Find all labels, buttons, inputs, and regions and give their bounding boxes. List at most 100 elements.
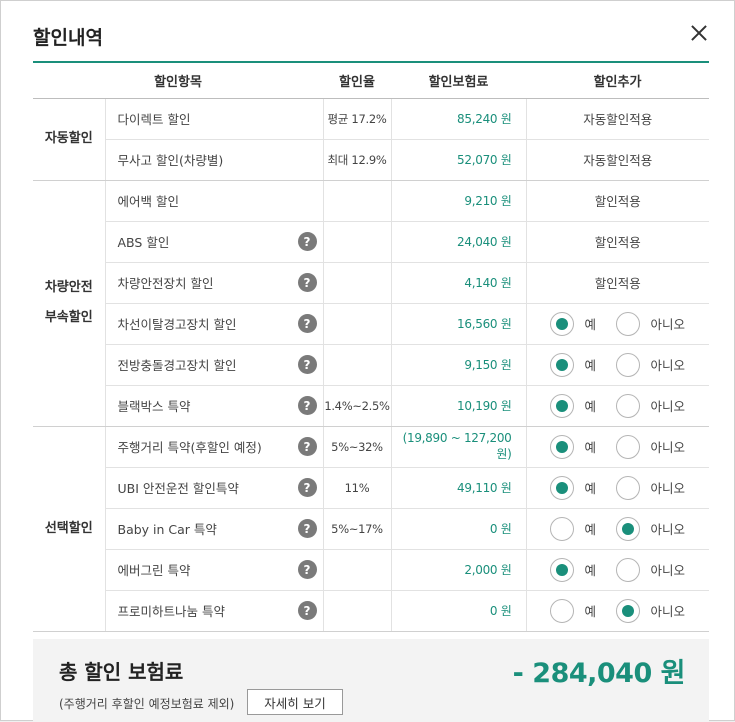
radio-circle[interactable] [550, 352, 575, 377]
radio-no[interactable]: 아니오 [616, 475, 685, 500]
radio-circle[interactable] [550, 557, 575, 582]
apply-radio-cell: 예 아니오 [525, 549, 710, 591]
radio-no[interactable]: 아니오 [616, 598, 685, 623]
total-note: (주행거리 후할인 예정보험료 제외) [59, 697, 235, 711]
radio-circle[interactable] [550, 516, 575, 541]
discount-amount: 85,240 원 [390, 98, 526, 140]
discount-name-cell: 다이렉트 할인 [104, 98, 323, 140]
radio-yes[interactable]: 예 [550, 393, 606, 418]
discount-name: UBI 안전운전 할인특약 [117, 481, 239, 496]
discount-name-cell: 프로미하트나눔 특약? [104, 590, 323, 632]
apply-status: 할인적용 [525, 221, 709, 263]
modal-header: 할인내역 [33, 1, 709, 63]
close-icon[interactable] [687, 21, 711, 45]
table-row: 선택할인 주행거리 특약(후할인 예정)? 5%~32% (19,890 ~ 127,… [33, 426, 709, 632]
radio-label: 예 [584, 481, 596, 496]
radio-no[interactable]: 아니오 [616, 352, 685, 377]
radio-circle[interactable] [550, 475, 575, 500]
table-row: 차량안전 부속할인 에어백 할인 9,210 원 할인적용 [33, 180, 709, 427]
radio-yes[interactable]: 예 [550, 475, 606, 500]
radio-yes[interactable]: 예 [550, 516, 606, 541]
modal-title: 할인내역 [33, 27, 103, 49]
radio-circle[interactable] [616, 557, 641, 582]
discount-amount: 2,000 원 [390, 549, 526, 591]
question-circle-icon[interactable]: ? [297, 560, 317, 579]
discount-rate [322, 590, 391, 632]
radio-circle[interactable] [616, 598, 641, 623]
discount-name: 에어백 할인 [117, 194, 179, 209]
radio-circle[interactable] [550, 434, 575, 459]
radio-circle[interactable] [550, 393, 575, 418]
radio-label: 아니오 [650, 522, 685, 537]
apply-radio-group: 예 아니오 [527, 557, 710, 582]
radio-circle[interactable] [616, 516, 641, 541]
discount-details-modal: 할인내역 할인항목 할인율 할인보험료 할인추가 자동할인 다이렉트 할인 평균 1… [0, 0, 735, 722]
apply-radio-cell: 예 아니오 [525, 303, 710, 345]
radio-circle[interactable] [616, 393, 641, 418]
question-circle-icon[interactable]: ? [297, 519, 317, 538]
apply-radio-cell: 예 아니오 [525, 467, 710, 509]
radio-label: 아니오 [650, 440, 685, 455]
discount-name: ABS 할인 [117, 235, 170, 250]
radio-circle[interactable] [550, 598, 575, 623]
apply-radio-group: 예 아니오 [527, 475, 710, 500]
radio-no[interactable]: 아니오 [616, 393, 685, 418]
apply-status: 자동할인적용 [525, 139, 709, 181]
question-circle-icon[interactable]: ? [297, 478, 317, 497]
discount-amount: 49,110 원 [390, 467, 526, 509]
radio-yes[interactable]: 예 [550, 557, 606, 582]
discount-amount: 0 원 [390, 590, 526, 632]
table-row: 프로미하트나눔 특약? 0 원 예 아니오 [33, 590, 710, 632]
total-summary: 총 할인 보험료 (주행거리 후할인 예정보험료 제외) 자세히 보기 - 28… [33, 639, 709, 722]
discount-name-cell: 차선이탈경고장치 할인? [104, 303, 323, 345]
discount-name: 전방충돌경고장치 할인 [117, 358, 237, 373]
radio-yes[interactable]: 예 [550, 352, 606, 377]
radio-label: 아니오 [650, 399, 685, 414]
discount-name: 블랙박스 특약 [117, 399, 191, 414]
question-circle-icon[interactable]: ? [297, 396, 317, 415]
apply-radio-cell: 예 아니오 [525, 385, 709, 427]
radio-circle[interactable] [616, 475, 641, 500]
radio-no[interactable]: 아니오 [616, 516, 685, 541]
radio-no[interactable]: 아니오 [616, 434, 685, 459]
discount-name-wrap: 프로미하트나눔 특약? [118, 601, 323, 620]
discount-rate [322, 344, 391, 386]
radio-circle[interactable] [616, 311, 641, 336]
radio-circle[interactable] [550, 311, 575, 336]
discount-amount: 0 원 [390, 508, 526, 550]
detail-view-button[interactable]: 자세히 보기 [247, 689, 343, 715]
table-row: UBI 안전운전 할인특약? 11% 49,110 원 예 아니오 [33, 467, 710, 509]
discount-name-wrap: 에버그린 특약? [118, 560, 323, 579]
discount-name: 다이렉트 할인 [117, 112, 191, 127]
apply-radio-group: 예 아니오 [527, 598, 710, 623]
group-label: 자동할인 [33, 98, 105, 181]
radio-label: 아니오 [650, 317, 685, 332]
radio-label: 예 [584, 399, 596, 414]
group-label: 선택할인 [33, 426, 105, 632]
discount-name: Baby in Car 특약 [117, 522, 217, 537]
discount-rate [322, 262, 391, 304]
radio-circle[interactable] [616, 352, 641, 377]
question-circle-icon[interactable]: ? [297, 601, 317, 620]
radio-yes[interactable]: 예 [550, 311, 606, 336]
radio-no[interactable]: 아니오 [616, 557, 685, 582]
discount-name: 주행거리 특약(후할인 예정) [117, 440, 262, 455]
radio-yes[interactable]: 예 [550, 598, 606, 623]
question-circle-icon[interactable]: ? [297, 437, 317, 456]
discount-rate: 평균 17.2% [322, 98, 391, 140]
apply-radio-group: 예 아니오 [527, 516, 710, 541]
group-label-line: 자동할인 [44, 131, 93, 146]
apply-radio-group: 예 아니오 [527, 311, 710, 336]
radio-circle[interactable] [616, 434, 641, 459]
discount-amount: (19,890 ~ 127,200 원) [390, 426, 526, 468]
discount-name-wrap: UBI 안전운전 할인특약? [118, 478, 323, 497]
radio-no[interactable]: 아니오 [616, 311, 685, 336]
discount-name-wrap: ABS 할인? [118, 232, 323, 251]
discount-name-wrap: 차량안전장치 할인? [118, 273, 323, 292]
question-circle-icon[interactable]: ? [297, 232, 317, 251]
question-circle-icon[interactable]: ? [297, 355, 317, 374]
radio-yes[interactable]: 예 [550, 434, 606, 459]
question-circle-icon[interactable]: ? [297, 273, 317, 292]
question-circle-icon[interactable]: ? [297, 314, 317, 333]
group-label-line: 선택할인 [44, 520, 93, 536]
